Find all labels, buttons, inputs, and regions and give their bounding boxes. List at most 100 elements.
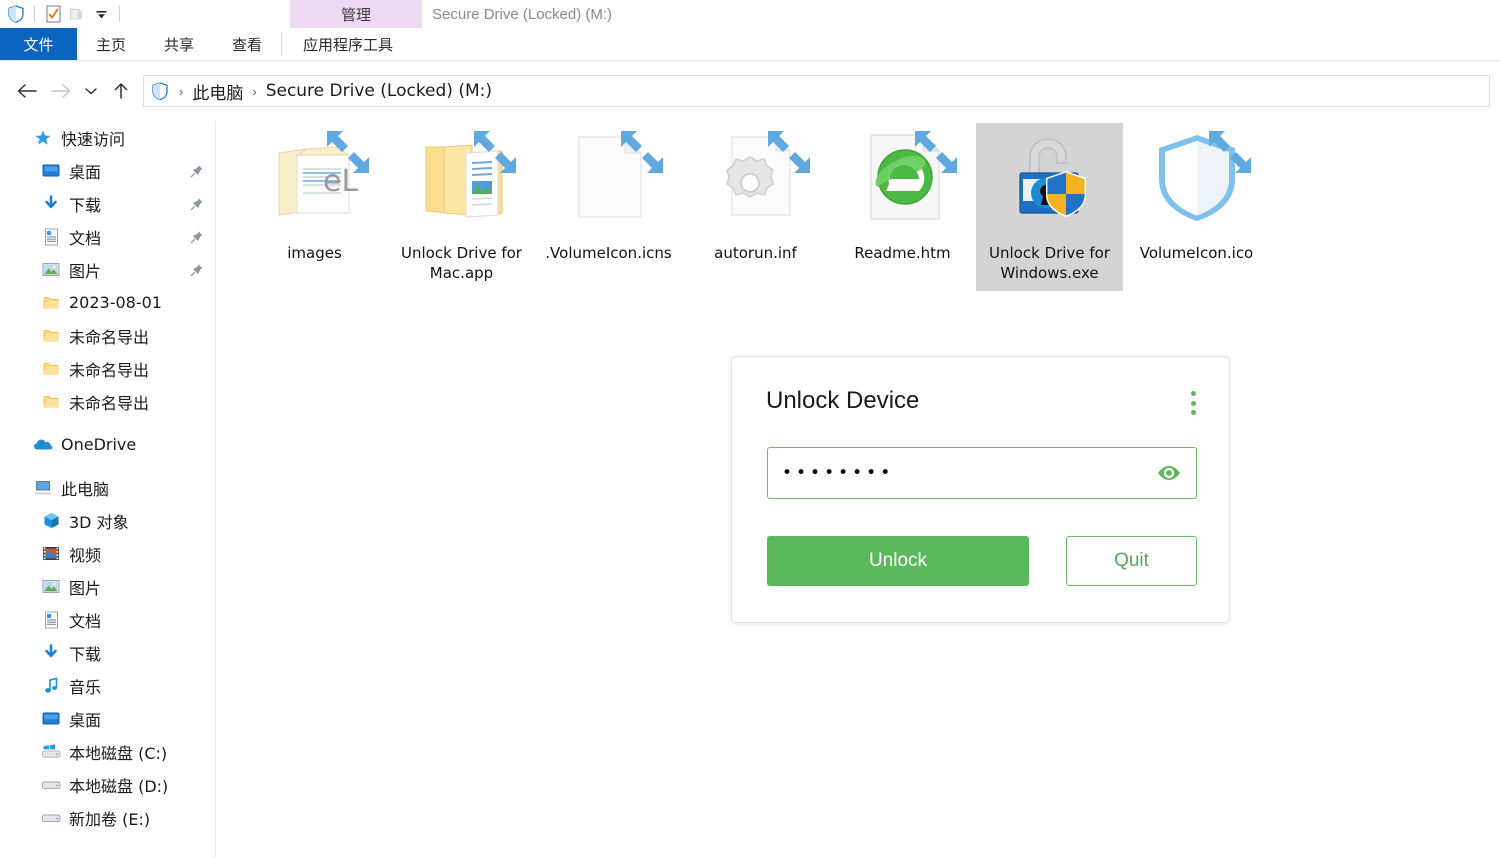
videos-icon [40,543,62,565]
tab-home[interactable]: 主页 [77,28,145,60]
password-input[interactable]: •••••••• [782,465,894,482]
sidebar-item-new-volume-e[interactable]: 新加卷 (E:) [0,801,216,834]
file-item-unlock-drive-windows[interactable]: Unlock Drive for Windows.exe [976,123,1123,291]
forward-button[interactable] [44,74,78,108]
file-name: images [287,243,342,263]
pin-icon[interactable] [190,164,204,178]
sidebar-item-desktop-qa[interactable]: 桌面 [0,154,216,187]
title-bar: 管理 Secure Drive (Locked) (M:) [0,0,1500,28]
sidebar-label: 视频 [69,542,101,566]
blank-file-icon [561,129,657,225]
sidebar-label: 下载 [69,192,101,216]
sidebar-item-onedrive[interactable]: OneDrive [0,428,216,461]
sidebar-item-videos[interactable]: 视频 [0,537,216,570]
qat-separator-2 [119,6,120,22]
shield-icon[interactable] [4,2,28,26]
customize-qat-icon[interactable] [89,2,113,26]
sidebar-item-unnamed-export-3[interactable]: 未命名导出 [0,385,216,418]
sidebar-label: 本地磁盘 (D:) [69,773,168,797]
sidebar-item-documents[interactable]: 文档 [0,603,216,636]
sidebar-label: 图片 [69,575,101,599]
file-explorer-window: 管理 Secure Drive (Locked) (M:) 文件 主页 共享 查… [0,0,1500,857]
tab-application-tools[interactable]: 应用程序工具 [282,28,414,60]
desktop-icon [40,708,62,730]
tab-view[interactable]: 查看 [213,28,281,60]
file-item-autorun-inf[interactable]: autorun.inf [682,123,829,271]
sidebar-item-this-pc[interactable]: 此电脑 [0,471,216,504]
navigation-pane[interactable]: 快速访问 桌面 下载 [0,121,216,857]
folder-icon [40,292,62,314]
file-grid: eL images [241,123,1270,291]
folder-icon [40,358,62,380]
this-pc-icon [32,477,54,499]
padlock-shield-icon [1002,129,1098,225]
pin-icon[interactable] [190,197,204,211]
shield-icon [1149,129,1245,225]
recent-locations-button[interactable] [78,74,104,108]
sidebar-item-desktop[interactable]: 桌面 [0,702,216,735]
quit-button[interactable]: Quit [1066,536,1197,586]
ribbon-tabs: 文件 主页 共享 查看 应用程序工具 [0,28,1500,60]
sidebar-label: 未命名导出 [69,390,149,414]
sidebar-label: OneDrive [61,435,136,454]
file-item-volumeicon-ico[interactable]: VolumeIcon.ico [1123,123,1270,271]
file-item-images[interactable]: eL images [241,123,388,271]
unlock-button[interactable]: Unlock [767,536,1029,586]
file-item-unlock-drive-mac[interactable]: Unlock Drive for Mac.app [388,123,535,291]
more-options-icon[interactable] [1183,388,1203,418]
star-icon [32,127,54,149]
sidebar-item-music[interactable]: 音乐 [0,669,216,702]
3d-objects-icon [40,510,62,532]
sidebar-item-pictures-qa[interactable]: 图片 [0,253,216,286]
quick-access-toolbar [0,2,126,26]
breadcrumb[interactable]: › 此电脑 › Secure Drive (Locked) (M:) [143,75,1490,107]
download-icon [40,642,62,664]
toggle-password-visibility-icon[interactable] [1156,460,1182,486]
tab-file[interactable]: 文件 [0,28,77,60]
file-name: .VolumeIcon.icns [545,243,671,263]
gear-file-icon [708,129,804,225]
system-drive-icon [40,741,62,763]
internet-explorer-icon [855,129,951,225]
up-one-level-button[interactable] [104,74,138,108]
sidebar-item-local-disk-d[interactable]: 本地磁盘 (D:) [0,768,216,801]
sidebar-item-unnamed-export-1[interactable]: 未命名导出 [0,319,216,352]
pictures-icon [40,576,62,598]
sidebar-item-folder-2023-08-01[interactable]: 2023-08-01 [0,286,216,319]
compressed-arrows-icon [615,125,669,179]
password-field[interactable]: •••••••• [767,447,1197,499]
sidebar-label: 文档 [69,225,101,249]
sidebar-label: 桌面 [69,159,101,183]
new-folder-icon[interactable] [65,2,89,26]
sidebar-item-pictures[interactable]: 图片 [0,570,216,603]
sidebar-item-downloads[interactable]: 下载 [0,636,216,669]
file-name: Unlock Drive for Windows.exe [982,243,1118,283]
breadcrumb-item-this-pc[interactable]: 此电脑 [192,79,243,104]
download-icon [40,193,62,215]
file-item-readme-htm[interactable]: Readme.htm [829,123,976,271]
qat-separator-1 [34,6,35,22]
sidebar-item-downloads-qa[interactable]: 下载 [0,187,216,220]
pin-icon[interactable] [190,230,204,244]
sidebar-item-3d-objects[interactable]: 3D 对象 [0,504,216,537]
properties-icon[interactable] [41,2,65,26]
tab-share[interactable]: 共享 [145,28,213,60]
file-name: Unlock Drive for Mac.app [394,243,530,283]
contextual-tab-group-manage[interactable]: 管理 [290,0,422,28]
sidebar-label: 此电脑 [61,476,109,500]
sidebar-label: 本地磁盘 (C:) [69,740,167,764]
sidebar-item-unnamed-export-2[interactable]: 未命名导出 [0,352,216,385]
sidebar-item-quick-access[interactable]: 快速访问 [0,121,216,154]
dialog-title: Unlock Device [766,387,919,415]
sidebar-item-documents-qa[interactable]: 文档 [0,220,216,253]
compressed-arrows-icon [1203,125,1257,179]
desktop-icon [40,160,62,182]
back-button[interactable] [10,74,44,108]
pin-icon[interactable] [190,263,204,277]
file-item-volumeicon-icns[interactable]: .VolumeIcon.icns [535,123,682,271]
breadcrumb-separator-0: › [179,85,183,98]
sidebar-label: 3D 对象 [69,509,129,533]
breadcrumb-item-secure-drive[interactable]: Secure Drive (Locked) (M:) [266,81,492,101]
sidebar-item-local-disk-c[interactable]: 本地磁盘 (C:) [0,735,216,768]
open-folder-icon: eL [267,129,363,225]
